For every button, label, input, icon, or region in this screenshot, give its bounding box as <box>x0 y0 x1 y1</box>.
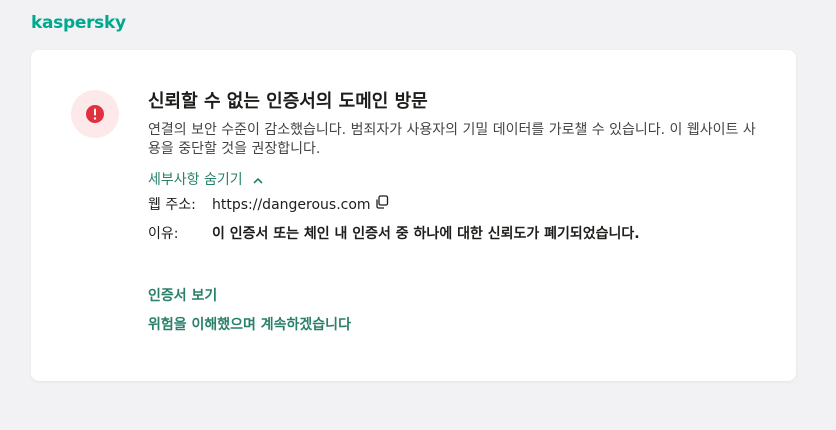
reason-label: 이유: <box>148 226 179 242</box>
warning-badge <box>71 90 119 138</box>
kaspersky-logo: kaspersky <box>31 13 126 33</box>
warning-card: 신뢰할 수 없는 인증서의 도메인 방문 연결의 보안 수준이 감소했습니다. … <box>31 50 796 381</box>
view-certificate-link[interactable]: 인증서 보기 <box>148 286 351 306</box>
url-row: 웹 주소: https://dangerous.com <box>148 195 768 215</box>
page-title: 신뢰할 수 없는 인증서의 도메인 방문 <box>148 91 428 112</box>
hide-details-toggle[interactable]: 세부사항 숨기기 <box>148 170 263 190</box>
action-links: 인증서 보기 위험을 이해했으며 계속하겠습니다 <box>148 286 351 344</box>
accept-risk-link[interactable]: 위험을 이해했으며 계속하겠습니다 <box>148 315 351 335</box>
chevron-up-icon <box>253 170 263 190</box>
hide-details-label: 세부사항 숨기기 <box>148 172 243 188</box>
copy-icon[interactable] <box>375 195 389 215</box>
reason-row: 이유: 이 인증서 또는 체인 내 인증서 중 하나에 대한 신뢰도가 폐기되었… <box>148 224 768 244</box>
exclamation-icon <box>86 105 104 123</box>
url-label: 웹 주소: <box>148 197 196 213</box>
warning-content: 신뢰할 수 없는 인증서의 도메인 방문 연결의 보안 수준이 감소했습니다. … <box>148 90 768 253</box>
url-value: https://dangerous.com <box>212 197 371 213</box>
warning-description: 연결의 보안 수준이 감소했습니다. 범죄자가 사용자의 기밀 데이터를 가로챌… <box>148 122 756 157</box>
reason-value: 이 인증서 또는 체인 내 인증서 중 하나에 대한 신뢰도가 폐기되었습니다. <box>212 226 640 242</box>
